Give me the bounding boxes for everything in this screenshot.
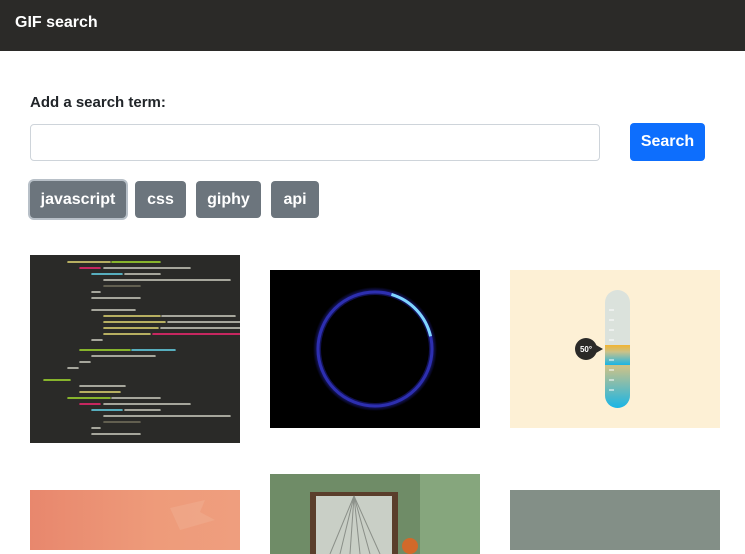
coral-abstract-icon: [170, 500, 215, 530]
search-label: Add a search term:: [30, 94, 166, 111]
gif-room-window[interactable]: [270, 474, 480, 554]
search-button[interactable]: Search: [630, 123, 705, 161]
thermometer-reading: 50°: [580, 345, 592, 354]
search-input[interactable]: [30, 124, 600, 161]
app-title[interactable]: GIF search: [15, 14, 98, 32]
tag-giphy-button[interactable]: giphy: [196, 181, 261, 218]
tag-javascript-button[interactable]: javascript: [30, 181, 126, 218]
tag-api-button[interactable]: api: [271, 181, 319, 218]
room-window-icon: [310, 474, 480, 554]
top-navbar: GIF search: [0, 0, 745, 51]
gif-code-screenshot[interactable]: [30, 255, 240, 443]
gif-eclipse-ring[interactable]: [270, 270, 480, 428]
code-screenshot-icon: [43, 261, 240, 435]
gif-grey-scene[interactable]: [510, 490, 720, 550]
eclipse-ring-icon: [313, 287, 437, 411]
tag-css-button[interactable]: css: [135, 181, 186, 218]
gif-coral-abstract[interactable]: [30, 490, 240, 550]
thermometer-icon: 50°: [575, 290, 630, 408]
gif-thermometer[interactable]: 50°: [510, 270, 720, 428]
